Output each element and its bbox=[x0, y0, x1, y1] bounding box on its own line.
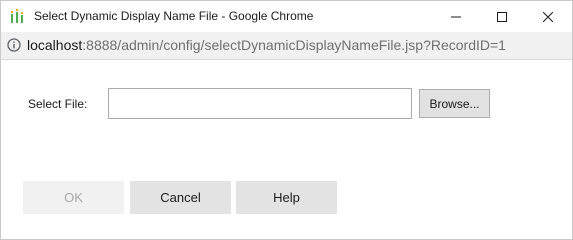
info-icon[interactable] bbox=[7, 38, 21, 52]
url-text[interactable]: localhost:8888/admin/config/selectDynami… bbox=[27, 37, 506, 53]
url-path: :8888/admin/config/selectDynamicDisplayN… bbox=[82, 37, 506, 53]
browser-popup-window: Select Dynamic Display Name File - Googl… bbox=[0, 0, 573, 240]
browse-button[interactable]: Browse... bbox=[419, 89, 490, 118]
ok-button[interactable]: OK bbox=[23, 181, 124, 214]
minimize-icon bbox=[451, 16, 461, 17]
select-file-label: Select File: bbox=[28, 97, 88, 111]
help-button[interactable]: Help bbox=[236, 181, 337, 214]
close-button[interactable] bbox=[525, 1, 571, 32]
address-bar[interactable]: localhost:8888/admin/config/selectDynami… bbox=[1, 32, 572, 60]
close-icon bbox=[543, 11, 553, 22]
cancel-button[interactable]: Cancel bbox=[130, 181, 231, 214]
minimize-button[interactable] bbox=[433, 1, 479, 32]
maximize-button[interactable] bbox=[479, 1, 525, 32]
url-host: localhost bbox=[27, 37, 83, 53]
window-title: Select Dynamic Display Name File - Googl… bbox=[34, 9, 314, 23]
app-bars-icon bbox=[11, 9, 23, 23]
title-bar[interactable]: Select Dynamic Display Name File - Googl… bbox=[1, 1, 572, 32]
maximize-icon bbox=[497, 11, 507, 22]
file-path-input[interactable] bbox=[108, 88, 412, 119]
